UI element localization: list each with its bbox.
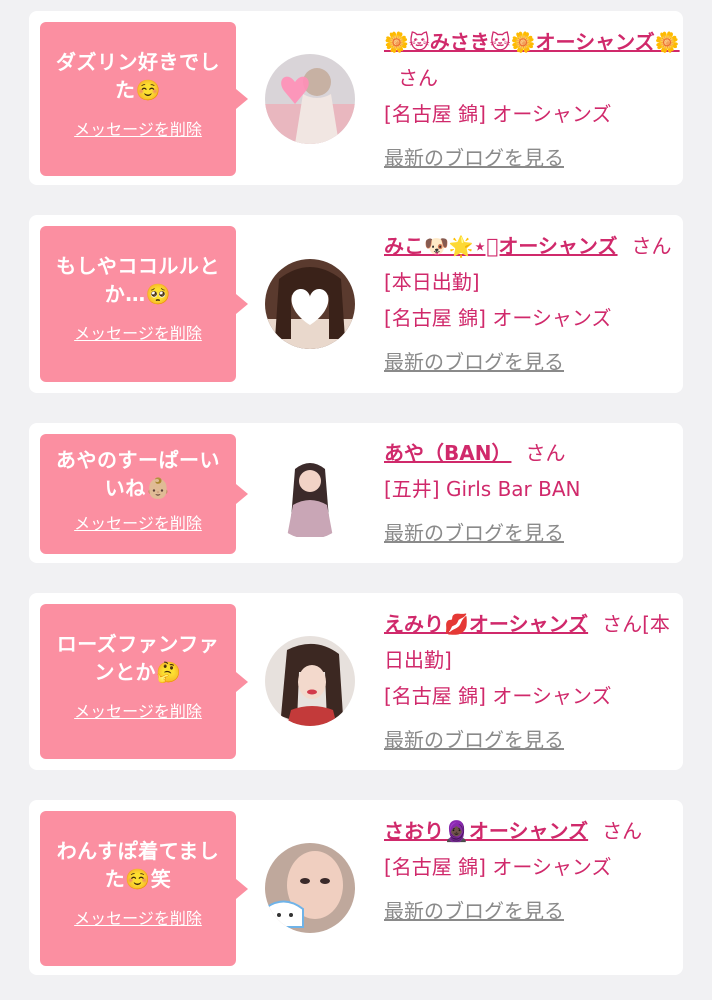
cast-name-link[interactable]: みこ🐶🌟⋆͛オーシャンズ <box>384 234 618 258</box>
message-card: あやのすーぱーいいね👶🏼 メッセージを削除 あや（BAN） さん [五井] Gir… <box>29 423 683 563</box>
avatar[interactable] <box>265 449 355 539</box>
cast-info: えみり💋オーシャンズ さん[本日出勤] [名古屋 錦] オーシャンズ 最新のブログ… <box>384 606 684 758</box>
delete-message-link[interactable]: メッセージを削除 <box>74 320 202 344</box>
cast-info: 🌼🐱みさき🐱🌼オーシャンズ🌼 さん [名古屋 錦] オーシャンズ 最新のブログを見… <box>384 24 684 176</box>
message-bubble: ローズファンファンとか🤔 メッセージを削除 <box>40 604 248 759</box>
message-bubble: もしやココルルとか…🥺 メッセージを削除 <box>40 226 248 382</box>
latest-blog-link[interactable]: 最新のブログを見る <box>384 515 684 551</box>
cast-info: あや（BAN） さん [五井] Girls Bar BAN 最新のブログを見る <box>384 435 684 551</box>
delete-message-link[interactable]: メッセージを削除 <box>74 698 202 722</box>
message-bubble: あやのすーぱーいいね👶🏼 メッセージを削除 <box>40 434 248 554</box>
latest-blog-link[interactable]: 最新のブログを見る <box>384 140 684 176</box>
latest-blog-link[interactable]: 最新のブログを見る <box>384 344 684 380</box>
avatar[interactable] <box>265 259 355 349</box>
delete-message-link[interactable]: メッセージを削除 <box>74 116 202 140</box>
cast-info: さおり🧕🏿オーシャンズ さん [名古屋 錦] オーシャンズ 最新のブログを見る <box>384 813 684 929</box>
attendance-status: [本日出勤] <box>384 270 480 294</box>
message-card: わんすぽ着てました☺️笑 メッセージを削除 さおり🧕🏿オーシャンズ さん [名古屋… <box>29 800 683 975</box>
cast-name-link[interactable]: あや（BAN） <box>384 441 511 465</box>
avatar[interactable] <box>265 843 355 933</box>
shop-label: [名古屋 錦] オーシャンズ <box>384 306 612 330</box>
cast-info: みこ🐶🌟⋆͛オーシャンズ さん [本日出勤] [名古屋 錦] オーシャンズ 最新のブ… <box>384 228 684 380</box>
cast-name-link[interactable]: えみり💋オーシャンズ <box>384 612 588 636</box>
message-card: ダズリン好きでした☺️ メッセージを削除 🌼🐱みさき🐱🌼オーシャンズ🌼 さん [名… <box>29 11 683 185</box>
message-list: ダズリン好きでした☺️ メッセージを削除 🌼🐱みさき🐱🌼オーシャンズ🌼 さん [名… <box>0 0 712 1000</box>
message-text: わんすぽ着てました☺️笑 <box>56 839 220 891</box>
message-text: ローズファンファンとか🤔 <box>56 632 220 684</box>
honorific: さん <box>398 66 438 90</box>
shop-label: [名古屋 錦] オーシャンズ <box>384 102 612 126</box>
honorific: さん <box>602 819 643 843</box>
delete-message-link[interactable]: メッセージを削除 <box>74 510 202 534</box>
latest-blog-link[interactable]: 最新のブログを見る <box>384 893 684 929</box>
message-bubble: ダズリン好きでした☺️ メッセージを削除 <box>40 22 248 176</box>
delete-message-link[interactable]: メッセージを削除 <box>74 905 202 929</box>
message-bubble: わんすぽ着てました☺️笑 メッセージを削除 <box>40 811 248 966</box>
avatar[interactable] <box>265 636 355 726</box>
honorific: さん <box>525 441 566 465</box>
shop-label: [名古屋 錦] オーシャンズ <box>384 684 612 708</box>
shop-label: [名古屋 錦] オーシャンズ <box>384 855 612 879</box>
message-card: ローズファンファンとか🤔 メッセージを削除 えみり💋オーシャンズ さん[本日出勤]… <box>29 593 683 770</box>
message-card: もしやココルルとか…🥺 メッセージを削除 みこ🐶🌟⋆͛オーシャンズ さん [本日出勤… <box>29 215 683 393</box>
latest-blog-link[interactable]: 最新のブログを見る <box>384 722 684 758</box>
message-text: もしやココルルとか…🥺 <box>56 254 220 306</box>
message-text: ダズリン好きでした☺️ <box>56 50 220 102</box>
message-text: あやのすーぱーいいね👶🏼 <box>56 448 220 500</box>
avatar[interactable] <box>265 54 355 144</box>
cast-name-link[interactable]: さおり🧕🏿オーシャンズ <box>384 819 588 843</box>
shop-label: [五井] Girls Bar BAN <box>384 477 581 501</box>
honorific: さん <box>602 612 643 636</box>
cast-name-link[interactable]: 🌼🐱みさき🐱🌼オーシャンズ🌼 <box>384 30 680 54</box>
honorific: さん <box>631 234 672 258</box>
